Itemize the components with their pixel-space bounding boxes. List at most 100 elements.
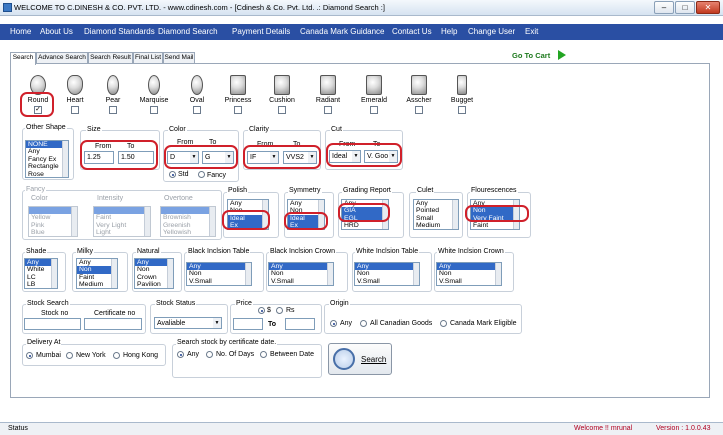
- price-usd-radio[interactable]: [258, 307, 265, 314]
- shape-checkbox[interactable]: [150, 106, 158, 114]
- list-item[interactable]: V.Small: [437, 278, 501, 285]
- list-item[interactable]: Very Light: [94, 222, 150, 229]
- stock-status-select[interactable]: Avaliable ▼: [154, 317, 222, 329]
- list-item[interactable]: Faint: [471, 222, 519, 229]
- list-item[interactable]: [29, 207, 77, 215]
- shape-princess[interactable]: Princess: [221, 75, 255, 114]
- scrollbar[interactable]: [51, 259, 57, 288]
- menu-diamond-search[interactable]: Diamond Search: [158, 27, 218, 36]
- minimize-icon[interactable]: –: [654, 1, 674, 14]
- list-item[interactable]: Non: [187, 270, 251, 277]
- price-from-input[interactable]: [233, 318, 263, 330]
- scrollbar[interactable]: [209, 207, 215, 236]
- scrollbar[interactable]: [144, 207, 150, 236]
- white-table-list[interactable]: Any Non V.Small: [354, 262, 420, 286]
- shape-marquise[interactable]: Marquise: [137, 75, 171, 114]
- menu-contact-us[interactable]: Contact Us: [392, 27, 432, 36]
- scrollbar[interactable]: [62, 141, 68, 177]
- list-item[interactable]: Yellowish: [161, 229, 215, 236]
- other-shape-list[interactable]: NONE Any Fancy Ex Rectangle Rose: [25, 140, 69, 178]
- shape-checkbox[interactable]: [234, 106, 242, 114]
- color-std-radio[interactable]: [169, 171, 176, 178]
- menu-canada-mark-guidance[interactable]: Canada Mark Guidance: [300, 27, 385, 36]
- fancy-intensity-list[interactable]: Faint Very Light Light: [93, 206, 151, 237]
- black-table-list[interactable]: Any Non V.Small: [186, 262, 252, 286]
- price-to-input[interactable]: [285, 318, 315, 330]
- color-fancy-radio[interactable]: [198, 171, 205, 178]
- list-item[interactable]: Blue: [29, 229, 77, 236]
- list-item[interactable]: Non: [269, 270, 333, 277]
- list-item[interactable]: V.Small: [187, 278, 251, 285]
- list-item[interactable]: Light: [94, 229, 150, 236]
- natural-list[interactable]: Any Non Crown Pavilion: [134, 258, 174, 289]
- list-item[interactable]: V.Small: [355, 278, 419, 285]
- shape-heart[interactable]: Heart: [58, 75, 92, 114]
- origin-canadian-radio[interactable]: [360, 320, 367, 327]
- list-item[interactable]: Any: [437, 263, 501, 271]
- black-crown-list[interactable]: Any Non V.Small: [268, 262, 334, 286]
- list-item[interactable]: Pink: [29, 222, 77, 229]
- delivery-newyork-radio[interactable]: [66, 352, 73, 359]
- shape-checkbox[interactable]: [71, 106, 79, 114]
- shape-checkbox[interactable]: [278, 106, 286, 114]
- delivery-mumbai-radio[interactable]: [26, 352, 33, 359]
- culet-list[interactable]: Any Pointed Small Medium: [413, 199, 459, 230]
- maximize-icon[interactable]: □: [675, 1, 695, 14]
- shape-oval[interactable]: Oval: [180, 75, 214, 114]
- shape-checkbox[interactable]: [324, 106, 332, 114]
- shape-checkbox[interactable]: [415, 106, 423, 114]
- shape-radiant[interactable]: Radiant: [311, 75, 345, 114]
- shade-list[interactable]: Any White LC LB: [24, 258, 58, 289]
- list-item[interactable]: Non: [355, 270, 419, 277]
- fancy-color-list[interactable]: Yellow Pink Blue: [28, 206, 78, 237]
- cert-date-any-radio[interactable]: [177, 351, 184, 358]
- menu-about-us[interactable]: About Us: [40, 27, 73, 36]
- white-crown-list[interactable]: Any Non V.Small: [436, 262, 502, 286]
- list-item[interactable]: Greenish: [161, 222, 215, 229]
- stock-no-input[interactable]: [24, 318, 81, 330]
- list-item[interactable]: Any: [355, 263, 419, 271]
- milky-list[interactable]: Any Non Faint Medium: [76, 258, 118, 289]
- scrollbar[interactable]: [167, 259, 173, 288]
- search-button[interactable]: Search: [328, 343, 392, 375]
- scrollbar[interactable]: [111, 259, 117, 288]
- list-item[interactable]: Any: [187, 263, 251, 271]
- close-icon[interactable]: ✕: [696, 1, 720, 14]
- list-item[interactable]: Brownish: [161, 214, 215, 221]
- shape-asscher[interactable]: Asscher: [402, 75, 436, 114]
- tab-search[interactable]: Search: [10, 52, 36, 65]
- scrollbar[interactable]: [495, 263, 501, 285]
- cart-arrow-icon[interactable]: [558, 50, 566, 60]
- scrollbar[interactable]: [245, 263, 251, 285]
- list-item[interactable]: Non: [437, 270, 501, 277]
- shape-checkbox[interactable]: [370, 106, 378, 114]
- certificate-no-input[interactable]: [84, 318, 142, 330]
- menu-diamond-standards[interactable]: Diamond Standards: [84, 27, 155, 36]
- list-item[interactable]: Faint: [94, 214, 150, 221]
- list-item[interactable]: V.Small: [269, 278, 333, 285]
- fancy-overtone-list[interactable]: Brownish Greenish Yellowish: [160, 206, 216, 237]
- origin-any-radio[interactable]: [330, 320, 337, 327]
- scrollbar[interactable]: [413, 263, 419, 285]
- list-item[interactable]: Yellow: [29, 214, 77, 221]
- list-item[interactable]: Any: [269, 263, 333, 271]
- menu-change-user[interactable]: Change User: [468, 27, 515, 36]
- shape-pear[interactable]: Pear: [96, 75, 130, 114]
- cert-date-between-radio[interactable]: [260, 351, 267, 358]
- shape-checkbox[interactable]: [193, 106, 201, 114]
- menu-home[interactable]: Home: [10, 27, 31, 36]
- cert-date-days-radio[interactable]: [206, 351, 213, 358]
- scrollbar[interactable]: [327, 263, 333, 285]
- scrollbar[interactable]: [71, 207, 77, 236]
- menu-help[interactable]: Help: [441, 27, 457, 36]
- shape-cushion[interactable]: Cushion: [265, 75, 299, 114]
- list-item[interactable]: [161, 207, 215, 215]
- origin-canada-mark-radio[interactable]: [440, 320, 447, 327]
- delivery-hongkong-radio[interactable]: [113, 352, 120, 359]
- shape-bugget[interactable]: Bugget: [445, 75, 479, 114]
- price-rs-radio[interactable]: [276, 307, 283, 314]
- menu-exit[interactable]: Exit: [525, 27, 538, 36]
- shape-checkbox[interactable]: [458, 106, 466, 114]
- shape-checkbox[interactable]: [109, 106, 117, 114]
- go-to-cart-link[interactable]: Go To Cart: [512, 51, 550, 60]
